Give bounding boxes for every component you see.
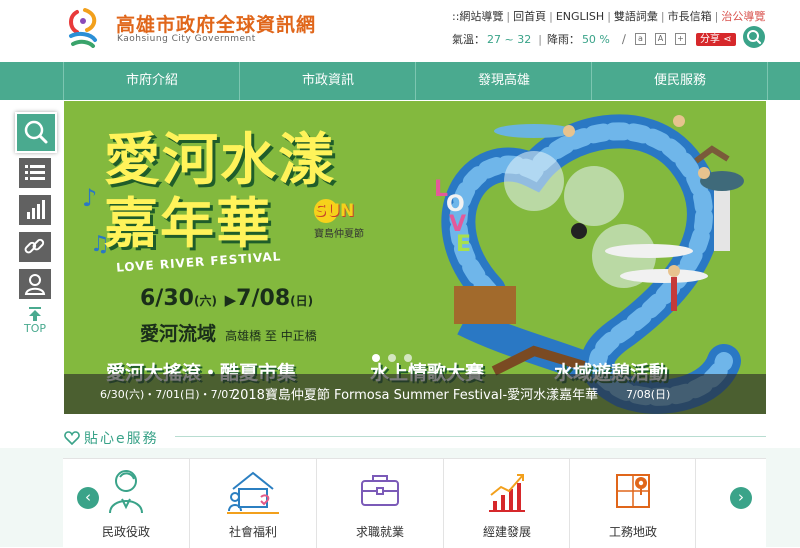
- services-divider: [175, 436, 766, 437]
- carousel-dot-1[interactable]: [372, 354, 380, 362]
- banner-title-line2: 嘉年華: [104, 191, 272, 255]
- banner-date-arrow: ▶: [224, 291, 237, 309]
- share-label: 分享: [699, 33, 720, 45]
- banner-day-end: (日): [290, 294, 314, 308]
- banner-dates: 6/30(六) ▶7/08(日): [140, 286, 313, 311]
- font-large-icon[interactable]: +: [674, 33, 686, 45]
- top-links: ::網站導覽 | 回首頁 | ENGLISH | 雙語詞彙 | 市長信箱 | 治公導覽: [452, 10, 766, 23]
- sidebar-list-button[interactable]: [18, 157, 52, 189]
- banner-bridges: 高雄橋 至 中正橋: [225, 329, 317, 343]
- service-item-welfare[interactable]: 社會福利: [190, 459, 316, 548]
- heart-icon: [64, 431, 80, 445]
- carousel-dot-2[interactable]: [388, 354, 396, 362]
- site-header: 高雄市政府全球資訊網 Kaohsiung City Government ::網…: [0, 0, 800, 62]
- banner-event-dates-1: 6/30(六)・7/01(日)・7/07: [100, 388, 236, 401]
- banner-sun-text: SUN: [314, 201, 355, 221]
- service-label: 經建發展: [482, 525, 531, 539]
- sidebar-link-button[interactable]: [18, 231, 52, 263]
- economic-development-icon: [489, 474, 525, 512]
- magnifier-icon: [24, 120, 48, 144]
- sidebar-search-button[interactable]: [15, 112, 57, 153]
- service-label: 民政役政: [101, 525, 150, 539]
- top-label: TOP: [23, 322, 46, 335]
- temp-value: 27 ~ 32: [487, 32, 532, 46]
- list-icon: [25, 165, 45, 180]
- service-label: 工務地政: [608, 525, 657, 539]
- back-to-top-button[interactable]: TOP: [18, 306, 52, 339]
- mayor-mailbox-link[interactable]: 市長信箱: [668, 10, 712, 23]
- carousel-dots: [372, 354, 412, 362]
- carousel-dot-3[interactable]: [404, 354, 412, 362]
- nav-item-about[interactable]: 市府介紹: [64, 62, 240, 100]
- nav-item-services[interactable]: 便民服務: [592, 62, 768, 100]
- pencil-icon[interactable]: ∕: [622, 32, 626, 46]
- weather-bar: 氣溫： 27 ~ 32 | 降雨： 50 % ∕ a A + 分享 ⋖: [452, 31, 736, 47]
- service-item-economic[interactable]: 經建發展: [444, 459, 570, 548]
- sitemap-link[interactable]: ::網站導覽: [452, 10, 503, 23]
- nav-item-discover[interactable]: 發現高雄: [416, 62, 592, 100]
- sidebar-user-button[interactable]: [18, 268, 52, 300]
- services-title: 貼心e服務: [64, 428, 159, 448]
- banner-venue-name: 愛河流域: [140, 323, 217, 345]
- service-item-public-works[interactable]: 工務地政: [570, 459, 696, 548]
- employment-icon: [361, 475, 399, 506]
- user-icon: [24, 274, 46, 295]
- font-small-icon[interactable]: a: [634, 33, 646, 45]
- civil-affairs-icon: [109, 470, 143, 514]
- site-subtitle: Kaohsiung City Government: [117, 34, 256, 44]
- search-button[interactable]: [743, 26, 765, 48]
- services-prev-button[interactable]: ‹: [77, 487, 99, 509]
- link-icon: [24, 238, 45, 254]
- banner-event-dates-2: 7/08(日): [626, 388, 671, 401]
- office-guide-link[interactable]: 治公導覽: [721, 10, 765, 23]
- home-link[interactable]: 回首頁: [513, 10, 546, 23]
- banner-festival-text: 寶島仲夏節: [314, 229, 364, 240]
- site-title[interactable]: 高雄市政府全球資訊網: [116, 10, 316, 37]
- glossary-link[interactable]: 雙語詞彙: [614, 10, 658, 23]
- social-welfare-icon: [227, 471, 279, 514]
- services-next-button[interactable]: ›: [730, 487, 752, 509]
- nav-item-city-info[interactable]: 市政資訊: [240, 62, 416, 100]
- public-works-icon: [616, 474, 650, 508]
- bar-chart-icon: [27, 200, 45, 219]
- temp-label: 氣溫：: [452, 33, 485, 46]
- banner-venue: 愛河流域 高雄橋 至 中正橋: [140, 319, 317, 346]
- rain-value: 50 %: [581, 32, 610, 46]
- main-nav: 市府介紹 市政資訊 發現高雄 便民服務: [0, 62, 800, 100]
- english-link[interactable]: ENGLISH: [556, 10, 604, 23]
- arrow-up-icon: [29, 307, 41, 321]
- services-title-text: 貼心e服務: [84, 431, 159, 447]
- services-panel: 民政役政 社會福利 求職就業 經建發展 工務地政: [63, 458, 766, 548]
- svg-text:♪: ♪: [82, 184, 97, 212]
- svg-text:E: E: [456, 232, 471, 257]
- banner-day-start: (六): [193, 294, 217, 308]
- banner-date-start: 6/30: [140, 286, 194, 311]
- share-button[interactable]: 分享 ⋖: [695, 32, 736, 46]
- sidebar-stats-button[interactable]: [18, 194, 52, 226]
- rain-label: 降雨：: [546, 33, 580, 46]
- service-item-employment[interactable]: 求職就業: [317, 459, 443, 548]
- search-icon: [747, 30, 762, 45]
- service-label: 社會福利: [228, 525, 277, 539]
- font-medium-icon[interactable]: A: [654, 33, 666, 45]
- hero-banner[interactable]: L O V E ♪ ♫ 愛河水漾 嘉年華 SUN 寶島仲夏節 LOVE RIVE…: [64, 101, 766, 414]
- city-logo-icon[interactable]: [63, 6, 103, 48]
- banner-date-end: 7/08: [236, 286, 291, 311]
- service-label: 求職就業: [355, 525, 404, 539]
